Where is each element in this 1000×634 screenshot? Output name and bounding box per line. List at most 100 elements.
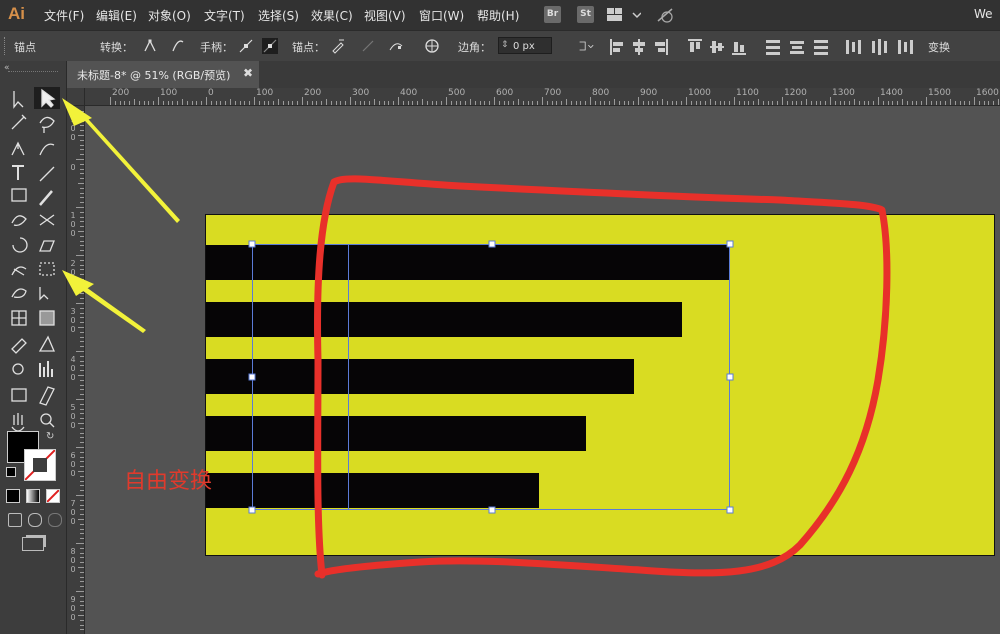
ruler-minor-tick	[80, 115, 84, 117]
bar-1[interactable]	[206, 245, 730, 280]
ruler-minor-tick	[474, 101, 476, 105]
ruler-minor-tick	[719, 101, 721, 105]
draw-normal-icon[interactable]	[8, 513, 22, 527]
tool-icons[interactable]	[0, 85, 66, 555]
ruler-minor-tick	[422, 99, 423, 105]
ruler-minor-tick	[402, 101, 404, 105]
ruler-tick	[926, 97, 927, 105]
bridge-button[interactable]: Br	[544, 6, 561, 23]
ruler-minor-tick	[80, 581, 84, 583]
ruler-minor-tick	[297, 101, 299, 105]
workspace-label[interactable]: We	[974, 7, 993, 21]
ruler-minor-tick	[311, 101, 313, 105]
ruler-minor-tick	[80, 523, 84, 525]
ruler-minor-tick	[729, 101, 731, 105]
convert-to-smooth-icon[interactable]	[170, 38, 186, 54]
menu-file[interactable]: 文件(F)	[44, 7, 84, 24]
ruler-minor-tick	[676, 101, 678, 105]
menu-view[interactable]: 视图(V)	[364, 7, 406, 24]
color-mode-button[interactable]	[6, 489, 20, 503]
menu-type[interactable]: 文字(T)	[204, 7, 245, 24]
corner-radius-input[interactable]: ⇕ 0 px	[498, 37, 552, 54]
menu-select[interactable]: 选择(S)	[258, 7, 299, 24]
transform-button[interactable]: 变换	[928, 39, 950, 55]
ruler-minor-tick	[80, 576, 84, 578]
menu-bar: Ai 文件(F) 编辑(E) 对象(O) 文字(T) 选择(S) 效果(C) 视…	[0, 0, 1000, 30]
align-icons[interactable]	[610, 39, 950, 55]
control-bar-grip[interactable]	[4, 37, 7, 55]
stroke-swatch[interactable]	[24, 449, 56, 481]
ruler-minor-tick	[78, 423, 84, 424]
ruler-minor-tick	[858, 101, 860, 105]
ruler-minor-tick	[80, 619, 84, 621]
menu-effect[interactable]: 效果(C)	[311, 7, 353, 24]
menu-edit[interactable]: 编辑(E)	[96, 7, 137, 24]
gradient-mode-button[interactable]	[26, 489, 40, 503]
ruler-minor-tick	[80, 173, 84, 175]
menu-object[interactable]: 对象(O)	[148, 7, 191, 24]
none-mode-button[interactable]	[46, 489, 60, 503]
connect-anchors-icon[interactable]	[360, 38, 376, 54]
convert-to-corner-icon[interactable]	[142, 38, 158, 54]
default-colors-icon[interactable]	[6, 467, 16, 477]
document-tab-title: 未标题-8* @ 51% (RGB/预览)	[77, 69, 231, 82]
corner-type-icon[interactable]	[578, 38, 594, 54]
draw-inside-icon[interactable]	[48, 513, 62, 527]
ruler-minor-tick	[80, 610, 84, 612]
ruler-minor-tick	[80, 211, 84, 213]
bar-4[interactable]	[206, 416, 586, 451]
ruler-tick	[686, 97, 687, 105]
ruler-minor-tick	[820, 101, 822, 105]
bar-2[interactable]	[206, 302, 682, 337]
remove-anchor-icon[interactable]	[330, 38, 346, 54]
close-tab-icon[interactable]: ✖	[243, 66, 253, 80]
ruler-minor-tick	[748, 101, 750, 105]
ruler-label: 7 0 0	[70, 499, 76, 526]
ruler-minor-tick	[80, 595, 84, 597]
ruler-minor-tick	[80, 365, 84, 367]
draw-behind-icon[interactable]	[28, 513, 42, 527]
ruler-minor-tick	[80, 288, 84, 290]
ruler-minor-tick	[167, 101, 169, 105]
vertical-ruler[interactable]: 1 0 0 0 1 0 0 2 0 0 3 0 0 4 0 0 5 0 0 6 0 0 7 0 …	[67, 105, 85, 634]
gpu-performance-icon[interactable]	[656, 7, 676, 23]
stepper-icon[interactable]: ⇕	[501, 37, 509, 54]
horizontal-ruler[interactable]: 200 100 0 100 200 300 400 500 600 700 800 900 1000 11…	[67, 88, 1000, 106]
ruler-origin[interactable]	[67, 88, 85, 106]
ruler-label: 800	[592, 88, 610, 98]
ruler-minor-tick	[801, 101, 803, 105]
bar-5[interactable]	[206, 473, 539, 508]
menu-help[interactable]: 帮助(H)	[477, 7, 519, 24]
ruler-minor-tick	[570, 101, 572, 105]
ruler-minor-tick	[268, 101, 270, 105]
menu-window[interactable]: 窗口(W)	[419, 7, 464, 24]
stock-button[interactable]: St	[577, 6, 594, 23]
ruler-label: 100	[256, 88, 274, 98]
ruler-minor-tick	[854, 99, 855, 105]
swap-colors-icon[interactable]: ↻	[46, 431, 54, 442]
ruler-minor-tick	[80, 322, 84, 324]
ruler-minor-tick	[326, 99, 327, 105]
ruler-minor-tick	[148, 101, 150, 105]
arrange-documents-icon[interactable]	[607, 8, 641, 22]
show-handles-icon[interactable]	[238, 38, 254, 54]
cut-path-icon[interactable]	[388, 38, 404, 54]
ruler-minor-tick	[80, 154, 84, 156]
screen-mode-icon[interactable]	[22, 537, 44, 551]
ruler-minor-tick	[743, 101, 745, 105]
ruler-minor-tick	[479, 101, 481, 105]
ruler-minor-tick	[80, 163, 84, 165]
ruler-minor-tick	[354, 101, 356, 105]
isolate-icon[interactable]	[424, 38, 440, 54]
ruler-minor-tick	[930, 101, 932, 105]
ruler-minor-tick	[321, 101, 323, 105]
ruler-label: 8 0 0	[70, 547, 76, 574]
ruler-minor-tick	[80, 293, 84, 295]
hide-handles-icon[interactable]	[262, 38, 278, 54]
ruler-minor-tick	[80, 499, 84, 501]
bar-3[interactable]	[206, 359, 634, 394]
document-tab[interactable]: 未标题-8* @ 51% (RGB/预览) ✖	[67, 61, 259, 88]
ruler-minor-tick	[441, 101, 443, 105]
panel-grip[interactable]	[8, 71, 58, 74]
ruler-minor-tick	[508, 101, 510, 105]
